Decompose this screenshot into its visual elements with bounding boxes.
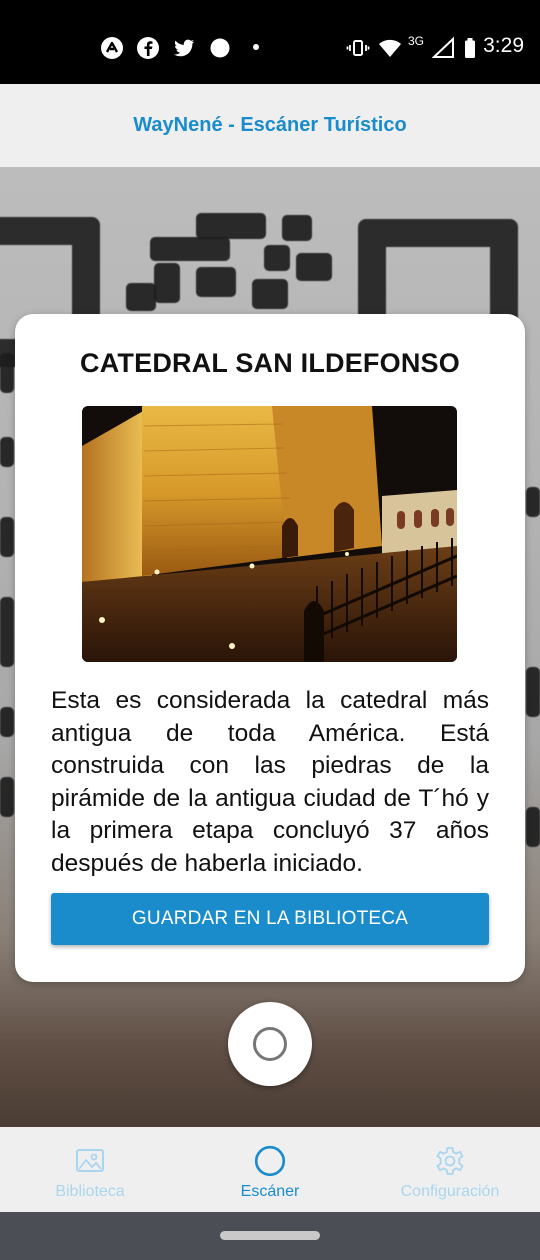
battery-icon xyxy=(465,38,475,58)
home-gesture-pill[interactable] xyxy=(220,1231,320,1240)
network-type-label: 3G xyxy=(408,34,425,48)
app-title: WayNené - Escáner Turístico xyxy=(133,114,407,136)
system-navigation-bar xyxy=(0,1212,540,1260)
nav-item-biblioteca[interactable]: Biblioteca xyxy=(0,1127,180,1212)
save-to-library-button[interactable]: GUARDAR EN LA BIBLIOTECA xyxy=(51,893,489,945)
nav-label-escaner: Escáner xyxy=(240,1183,300,1200)
qr-module xyxy=(252,279,288,309)
qr-module xyxy=(126,283,156,311)
qr-module xyxy=(0,353,14,393)
cathedral-photo xyxy=(82,406,457,662)
qr-module xyxy=(196,213,266,239)
nav-item-configuracion[interactable]: Configuración xyxy=(360,1127,540,1212)
bottom-navigation: Biblioteca Escáner Configuración xyxy=(0,1127,540,1212)
status-time: 3:29 xyxy=(483,34,524,57)
scanner-circle-icon xyxy=(254,1145,286,1177)
qr-module xyxy=(0,777,14,817)
qr-module xyxy=(154,263,180,303)
qr-module xyxy=(526,807,540,847)
qr-module xyxy=(282,215,312,241)
card-title: CATEDRAL SAN ILDEFONSO xyxy=(80,348,460,378)
gear-icon xyxy=(434,1145,466,1177)
app-bar: WayNené - Escáner Turístico xyxy=(0,84,540,167)
qr-module xyxy=(150,237,230,261)
cathedral-image xyxy=(82,406,457,662)
card-description: Esta es considerada la catedral más anti… xyxy=(51,687,489,877)
app-notification-icon xyxy=(101,37,123,59)
qr-module xyxy=(196,267,236,297)
qr-module xyxy=(296,253,332,281)
qr-module xyxy=(526,667,540,717)
facebook-icon xyxy=(137,37,159,59)
attraction-card: CATEDRAL SAN ILDEFONSO Esta es considera… xyxy=(15,314,525,982)
nav-label-configuracion: Configuración xyxy=(400,1183,500,1200)
nav-item-escaner[interactable]: Escáner xyxy=(180,1127,360,1212)
nav-label-biblioteca: Biblioteca xyxy=(55,1183,125,1200)
vibrate-icon xyxy=(346,40,370,56)
capture-ring-icon xyxy=(253,1027,287,1061)
image-icon xyxy=(74,1145,106,1177)
qr-module xyxy=(264,245,290,271)
circle-notification-icon xyxy=(210,38,230,58)
wifi-icon xyxy=(379,39,401,57)
qr-module xyxy=(0,707,14,737)
status-bar: 3G 3:29 xyxy=(0,0,540,84)
signal-icon xyxy=(432,36,454,58)
twitter-icon xyxy=(174,39,194,57)
qr-module xyxy=(0,517,14,557)
dot-icon xyxy=(253,44,259,50)
qr-module xyxy=(0,437,14,467)
qr-module xyxy=(526,487,540,517)
qr-module xyxy=(0,597,14,667)
capture-button[interactable] xyxy=(228,1002,312,1086)
